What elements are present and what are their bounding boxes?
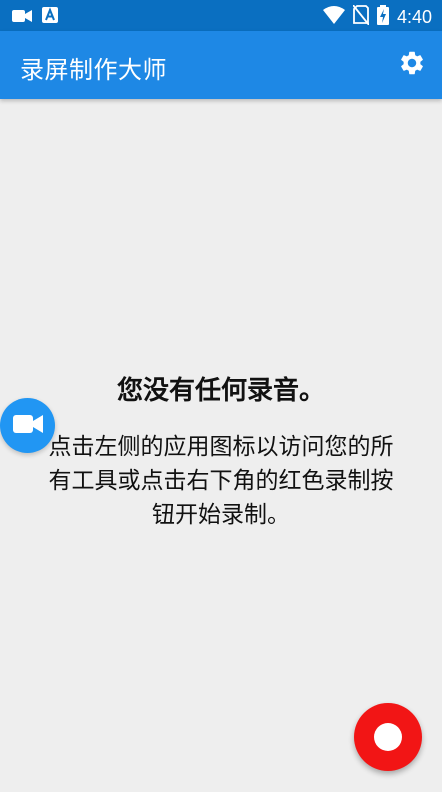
video-camera-icon (12, 8, 32, 27)
empty-state-description: 点击左侧的应用图标以访问您的所有工具或点击右下角的红色录制按钮开始录制。 (48, 434, 394, 528)
record-dot-icon (374, 723, 402, 751)
no-sim-icon (352, 4, 370, 29)
record-button[interactable] (354, 703, 422, 771)
app-title: 录屏制作大师 (20, 56, 167, 84)
status-time: 4:40 (396, 6, 432, 27)
side-tools-button[interactable] (0, 398, 55, 453)
wifi-icon (322, 6, 345, 28)
text-a-icon (42, 7, 58, 27)
status-bar: 4:40 (0, 0, 442, 31)
app-bar: 录屏制作大师 (0, 31, 442, 99)
status-bar-left (12, 7, 58, 27)
battery-charging-icon (376, 5, 389, 29)
gear-icon (398, 49, 426, 81)
video-camera-icon (12, 413, 43, 439)
settings-button[interactable] (396, 49, 428, 81)
empty-state-title: 您没有任何录音。 (116, 376, 325, 406)
status-bar-right: 4:40 (322, 4, 432, 29)
